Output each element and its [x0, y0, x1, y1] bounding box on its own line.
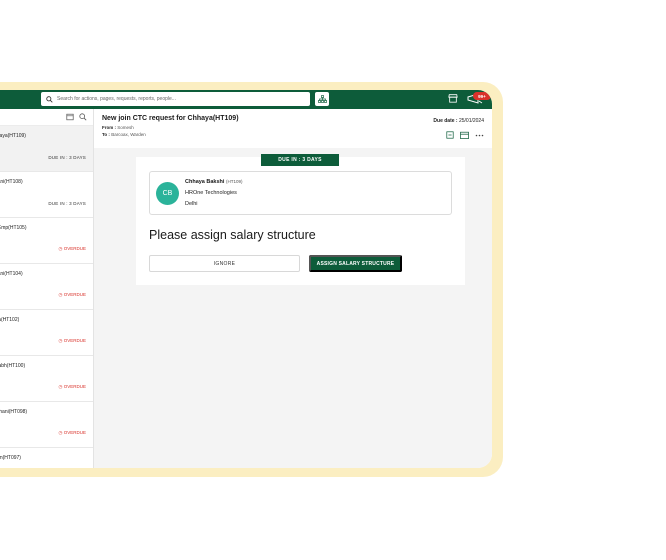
- request-header: New join CTC request for Chhaya(HT109) F…: [94, 109, 492, 148]
- avatar: CB: [156, 182, 179, 205]
- from-value: Somesh: [117, 125, 134, 130]
- request-status-text: OVERDUE: [63, 430, 86, 435]
- employee-company: HROne Technologies: [185, 190, 237, 196]
- request-employee-name: rya(HT102): [0, 317, 20, 323]
- request-list-item[interactable]: hhaya(HT109) DUE IN : 3 DAYS: [0, 126, 93, 172]
- request-status-text: OVERDUE: [63, 246, 86, 251]
- due-date-label: Due date :: [433, 118, 458, 124]
- search-placeholder: Search for actions, pages, requests, rep…: [57, 96, 176, 102]
- request-status: ◷ OVERDUE: [59, 430, 86, 436]
- employee-location: Delhi: [185, 201, 198, 207]
- request-list-item[interactable]: stEmp(HT105) ◷ OVERDUE: [0, 218, 93, 264]
- request-list-header: [0, 109, 93, 126]
- calendar-icon[interactable]: [460, 131, 469, 139]
- request-employee-name: wani(HT104): [0, 271, 23, 277]
- request-status-text: OVERDUE: [63, 384, 86, 389]
- search-input[interactable]: Search for actions, pages, requests, rep…: [41, 92, 310, 106]
- search-icon[interactable]: [79, 113, 87, 121]
- search-icon: [46, 95, 53, 103]
- request-employee-name: ram(HT097): [0, 455, 21, 461]
- request-status-text: OVERDUE: [63, 338, 86, 343]
- request-list-item[interactable]: ram(HT097): [0, 448, 93, 468]
- request-list-item[interactable]: rya(HT102) ◷ OVERDUE: [0, 310, 93, 356]
- action-prompt: Please assign salary structure: [149, 228, 316, 242]
- request-list-item[interactable]: urabh(HT100) ◷ OVERDUE: [0, 356, 93, 402]
- request-status: DUE IN : 3 DAYS: [48, 201, 86, 206]
- request-detail: New join CTC request for Chhaya(HT109) F…: [94, 109, 492, 468]
- due-date: Due date : 25/01/2024: [433, 118, 484, 124]
- top-bar: Search for actions, pages, requests, rep…: [0, 90, 492, 109]
- request-employee-name: wani(HT108): [0, 179, 23, 185]
- request-status: DUE IN : 3 DAYS: [48, 155, 86, 160]
- more-options-icon[interactable]: [475, 134, 484, 137]
- store-button[interactable]: [448, 93, 458, 103]
- request-employee-name: hhaya(HT109): [0, 133, 26, 139]
- request-list-item[interactable]: wani(HT104) ◷ OVERDUE: [0, 264, 93, 310]
- request-from: From : Somesh: [102, 125, 492, 130]
- request-to: To : Barcoax, Warden: [102, 132, 492, 137]
- request-status: ◷ OVERDUE: [59, 246, 86, 252]
- device-frame: Search for actions, pages, requests, rep…: [0, 82, 503, 477]
- employee-name-text: Chhaya Bakshi: [185, 179, 225, 185]
- notification-badge: 99+: [473, 92, 491, 100]
- app-screen: Search for actions, pages, requests, rep…: [0, 90, 492, 468]
- request-list: hhaya(HT109) DUE IN : 3 DAYS wani(HT108) DU…: [0, 109, 94, 468]
- request-status-text: DUE IN : 3 DAYS: [48, 201, 86, 206]
- request-status: ◷ OVERDUE: [59, 338, 86, 344]
- due-date-value: 25/01/2024: [458, 118, 484, 124]
- request-status: ◷ OVERDUE: [59, 384, 86, 390]
- request-employee-name: urabh(HT100): [0, 363, 26, 369]
- assign-salary-structure-button[interactable]: ASSIGN SALARY STRUCTURE: [309, 255, 402, 272]
- employee-info: CB Chhaya Bakshi (HT109) HROne Technolog…: [149, 171, 452, 215]
- request-status: ◷ OVERDUE: [59, 292, 86, 298]
- store-icon: [448, 94, 458, 103]
- to-label: To :: [102, 132, 110, 137]
- request-employee-name: stEmp(HT105): [0, 225, 27, 231]
- ignore-button[interactable]: IGNORE: [149, 255, 300, 272]
- org-chart-icon: [317, 95, 327, 103]
- from-label: From :: [102, 125, 116, 130]
- inbox-icon[interactable]: [66, 113, 74, 121]
- employee-name: Chhaya Bakshi (HT109): [185, 179, 242, 185]
- org-chart-button[interactable]: [315, 92, 329, 106]
- request-employee-name: oshani(HT098): [0, 409, 28, 415]
- request-status-text: OVERDUE: [63, 292, 86, 297]
- employee-code: (HT109): [225, 179, 243, 184]
- request-card: DUE IN : 3 DAYS CB Chhaya Bakshi (HT109)…: [136, 154, 465, 285]
- document-icon[interactable]: [446, 131, 454, 139]
- to-value: Barcoax, Warden: [111, 132, 146, 137]
- due-in-pill: DUE IN : 3 DAYS: [261, 154, 339, 166]
- request-status-text: DUE IN : 3 DAYS: [48, 155, 86, 160]
- request-list-item[interactable]: wani(HT108) DUE IN : 3 DAYS: [0, 172, 93, 218]
- request-list-item[interactable]: oshani(HT098) ◷ OVERDUE: [0, 402, 93, 448]
